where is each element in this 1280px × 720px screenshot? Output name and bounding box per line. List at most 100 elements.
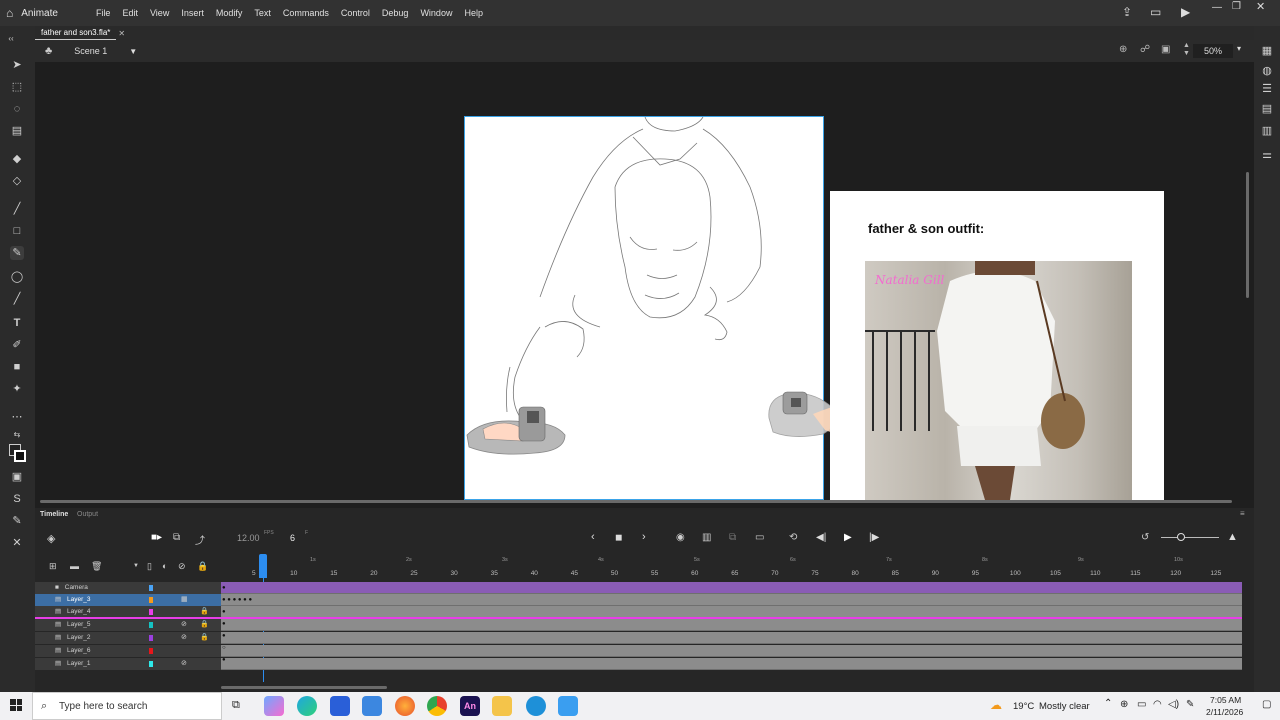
home-icon[interactable]: ⌂ <box>6 6 13 20</box>
menu-text[interactable]: Text <box>254 8 271 18</box>
tray-network-icon[interactable]: ⊕ <box>1120 699 1128 710</box>
lock-all-icon[interactable]: 🔒 <box>197 561 208 572</box>
onion-outline-icon[interactable]: ▥ <box>702 532 711 543</box>
chrome-icon[interactable] <box>427 696 447 716</box>
assets-icon[interactable]: ▥ <box>1260 124 1274 138</box>
zoom-stepper-icon[interactable]: ▲ ▼ <box>1183 42 1190 58</box>
properties-icon[interactable]: ▦ <box>1260 44 1274 58</box>
subselection-tool-icon[interactable]: ⬚ <box>10 80 24 94</box>
menu-insert[interactable]: Insert <box>181 8 204 18</box>
workspace-icon[interactable]: ▭ <box>1150 5 1161 19</box>
layer-row-layer5[interactable]: ▤ Layer_5 ⊘ 🔒 <box>35 619 221 631</box>
selection-tool-icon[interactable]: ➤ <box>10 58 24 72</box>
frame-row-layer5[interactable] <box>221 619 1242 631</box>
output-tab[interactable]: Output <box>77 511 98 518</box>
photos-icon[interactable] <box>558 696 578 716</box>
layer-color-swatch[interactable] <box>149 597 153 603</box>
layer-name[interactable]: Camera <box>65 584 88 591</box>
outline-all-icon[interactable]: ▯ <box>147 561 152 572</box>
new-layer-icon[interactable]: ⊞ <box>49 561 57 572</box>
tray-pen-icon[interactable]: ✎ <box>1186 699 1194 710</box>
hidden-icon[interactable]: ⊘ <box>181 632 187 644</box>
lock-icon[interactable]: 🔒 <box>200 632 209 644</box>
layer-color-swatch[interactable] <box>149 648 153 654</box>
layer-row-layer6[interactable]: ▤ Layer_6 <box>35 645 221 657</box>
camera-layer-icon[interactable]: ◐ <box>162 561 167 571</box>
frame-row-layer1[interactable] <box>221 658 1242 670</box>
menu-help[interactable]: Help <box>464 8 483 18</box>
edge-dev-icon[interactable] <box>526 696 546 716</box>
clip-icon[interactable]: ☍ <box>1140 44 1150 55</box>
panel-menu-icon[interactable]: ≡ <box>1240 509 1245 518</box>
prev-keyframe-icon[interactable]: ‹ <box>591 531 595 543</box>
frame-row-layer3[interactable] <box>221 594 1242 606</box>
firefox-icon[interactable] <box>395 696 415 716</box>
layer-name[interactable]: Layer_2 <box>67 634 91 641</box>
menu-view[interactable]: View <box>150 8 169 18</box>
swap-colors-icon[interactable]: ⇆ <box>10 428 24 442</box>
scene-dropdown-icon[interactable]: ▼ <box>129 47 137 56</box>
motion-presets-icon[interactable]: ⚌ <box>1260 148 1274 162</box>
layer-row-layer2[interactable]: ▤ Layer_2 ⊘ 🔒 <box>35 632 221 644</box>
delete-layer-icon[interactable]: 🗑 <box>91 561 102 572</box>
tray-wifi-icon[interactable]: ◠ <box>1153 699 1162 710</box>
frame-row-camera[interactable] <box>221 582 1242 594</box>
gradient-tool-icon[interactable]: ▤ <box>10 124 24 138</box>
layer-name[interactable]: Layer_6 <box>67 647 91 654</box>
step-back-icon[interactable]: ◀| <box>816 532 826 543</box>
layer-color-swatch[interactable] <box>149 661 153 667</box>
menu-window[interactable]: Window <box>420 8 452 18</box>
more-tools-icon[interactable]: ⋯ <box>10 410 24 424</box>
edge-icon[interactable] <box>297 696 317 716</box>
insert-keyframe-icon[interactable]: ◼ <box>615 532 622 543</box>
brush-tool-icon[interactable]: ╱ <box>10 202 24 216</box>
play-icon[interactable]: ▶ <box>844 532 852 543</box>
text-tool-icon[interactable]: T <box>10 316 24 330</box>
edit-multiple-icon[interactable]: ⧉ <box>729 532 736 543</box>
pin-tool-icon[interactable]: ✦ <box>10 382 24 396</box>
layer-options-icon[interactable]: ▼ <box>133 563 139 569</box>
share-icon[interactable]: ⇪ <box>1122 5 1132 19</box>
rectangle-tool-icon[interactable]: □ <box>10 224 24 238</box>
search-box[interactable]: ⌕ Type here to search <box>32 692 222 720</box>
layer-color-swatch[interactable] <box>149 609 153 615</box>
fill-color-swatch[interactable] <box>14 450 26 462</box>
layer-name[interactable]: Layer_4 <box>67 608 91 615</box>
lock-icon[interactable]: 🔒 <box>200 619 209 631</box>
expand-timeline-icon[interactable]: ▲ <box>1227 531 1238 543</box>
menu-commands[interactable]: Commands <box>283 8 329 18</box>
tray-battery-icon[interactable]: ▭ <box>1137 699 1146 710</box>
notification-icon[interactable]: ▢ <box>1262 699 1271 710</box>
menu-modify[interactable]: Modify <box>216 8 243 18</box>
zoom-dropdown-icon[interactable]: ▾ <box>1237 44 1241 53</box>
brush-mode-icon[interactable]: ✎ <box>10 514 24 528</box>
hide-all-icon[interactable]: ⊘ <box>178 561 186 572</box>
lasso-tool-icon[interactable]: ◌ <box>10 102 24 116</box>
layers-icon[interactable]: ◈ <box>47 532 55 545</box>
zoom-input[interactable]: 50% <box>1193 44 1233 58</box>
menu-file[interactable]: File <box>96 8 111 18</box>
timeline-horizontal-scrollbar[interactable] <box>221 686 387 689</box>
clock-date[interactable]: 2/11/2026 <box>1206 707 1243 717</box>
clock-time[interactable]: 7:05 AM <box>1210 695 1241 705</box>
frame-row-layer6[interactable] <box>221 645 1242 657</box>
timeline-zoom-slider[interactable] <box>1161 537 1219 538</box>
onion-skin-icon[interactable]: ◉ <box>676 532 685 543</box>
mail-icon[interactable] <box>362 696 382 716</box>
layer-row-layer1[interactable]: ▤ Layer_1 ⊘ <box>35 658 221 670</box>
hidden-icon[interactable]: ⊘ <box>181 658 187 670</box>
object-drawing-icon[interactable]: ▣ <box>10 470 24 484</box>
fps-value[interactable]: 12.00 <box>237 533 260 543</box>
restore-icon[interactable]: ❐ <box>1232 1 1241 12</box>
collapse-icon[interactable]: ‹‹ <box>4 32 18 46</box>
camera-icon[interactable]: ■▸ <box>151 532 162 543</box>
undo-zoom-icon[interactable]: ↺ <box>1141 532 1149 543</box>
frame-tools-icon[interactable]: ▭ <box>755 532 764 543</box>
eraser-tool-icon[interactable]: ◇ <box>10 174 24 188</box>
layer-name[interactable]: Layer_1 <box>67 660 91 667</box>
fit-icon[interactable]: ▣ <box>1161 44 1170 55</box>
timeline-tab[interactable]: Timeline <box>40 511 68 518</box>
test-movie-icon[interactable]: ▶ <box>1181 5 1190 19</box>
step-forward-icon[interactable]: |▶ <box>869 532 879 543</box>
library-icon[interactable]: ◍ <box>1260 64 1274 78</box>
